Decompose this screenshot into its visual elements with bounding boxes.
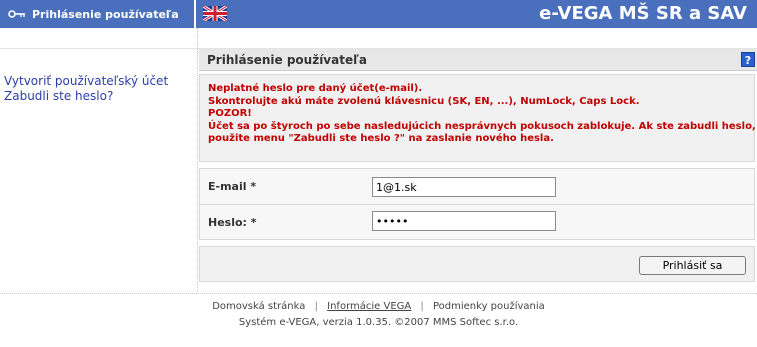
app-title: e-VEGA MŠ SR a SAV bbox=[539, 3, 747, 24]
error-line: použite menu "Zabudli ste heslo ?" na za… bbox=[208, 133, 554, 145]
footer-link-info[interactable]: Informácie VEGA bbox=[327, 301, 411, 312]
sub-bar-left bbox=[0, 28, 198, 48]
password-label: Heslo: * bbox=[208, 216, 257, 229]
action-panel: Prihlásiť sa bbox=[199, 246, 755, 282]
login-form: E-mail * Heslo: * bbox=[199, 168, 755, 240]
password-field[interactable] bbox=[372, 211, 556, 231]
header-section-title: Prihlásenie používateľa bbox=[32, 7, 179, 21]
sidebar: Vytvoriť používateľský účet Zabudli ste … bbox=[0, 74, 198, 104]
error-line: POZOR! bbox=[208, 108, 252, 120]
page-title: Prihlásenie používateľa bbox=[207, 52, 367, 67]
login-button[interactable]: Prihlásiť sa bbox=[639, 256, 746, 275]
footer-links: Domovská stránka | Informácie VEGA | Pod… bbox=[0, 301, 757, 312]
email-label: E-mail * bbox=[208, 180, 257, 193]
header-section: Prihlásenie používateľa bbox=[0, 0, 196, 28]
uk-flag-icon[interactable] bbox=[203, 6, 227, 21]
footer-divider bbox=[0, 293, 757, 294]
password-row: Heslo: * bbox=[200, 205, 754, 239]
error-line: Neplatné heslo pre daný účet(e-mail). bbox=[208, 83, 423, 94]
content-header: Prihlásenie používateľa ? bbox=[199, 49, 757, 71]
footer-link-home[interactable]: Domovská stránka bbox=[212, 301, 305, 312]
email-field[interactable] bbox=[372, 177, 556, 197]
footer-separator: | bbox=[420, 301, 424, 312]
footer-copyright: Systém e-VEGA, verzia 1.0.35. ©2007 MMS … bbox=[238, 317, 519, 328]
login-page: Prihlásenie používateľa e-VEGA MŠ SR a S… bbox=[0, 0, 757, 347]
error-line: Skontrolujte akú máte zvolenú klávesnicu… bbox=[208, 95, 640, 107]
footer-link-terms[interactable]: Podmienky používania bbox=[433, 301, 545, 312]
error-message-panel: Neplatné heslo pre daný účet(e-mail). Sk… bbox=[199, 74, 756, 162]
create-account-link[interactable]: Vytvoriť používateľský účet bbox=[0, 74, 198, 89]
forgot-password-link[interactable]: Zabudli ste heslo? bbox=[0, 89, 198, 104]
footer-separator: | bbox=[314, 301, 318, 312]
top-header: Prihlásenie používateľa e-VEGA MŠ SR a S… bbox=[0, 0, 757, 28]
error-line: Účet sa po štyroch po sebe nasledujúcich… bbox=[208, 120, 756, 132]
help-icon[interactable]: ? bbox=[741, 52, 755, 67]
key-icon bbox=[8, 10, 25, 18]
email-row: E-mail * bbox=[200, 169, 754, 205]
